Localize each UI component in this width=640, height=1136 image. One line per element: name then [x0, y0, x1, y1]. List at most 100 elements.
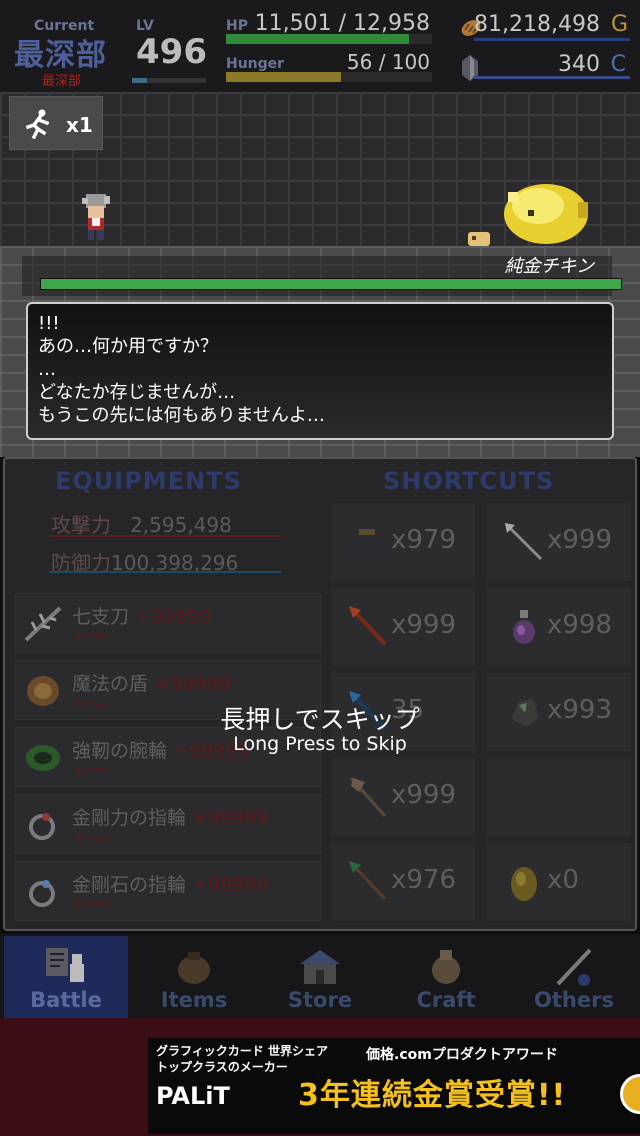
dialog-line: あの…何か用ですか？	[38, 336, 218, 357]
attack-underline	[49, 535, 281, 537]
enemy-hp-fill	[41, 279, 621, 289]
tab-craft-label: Craft	[416, 988, 476, 1012]
floor-name: 最深部	[14, 38, 107, 73]
equipment-name: 七支刀 +99999	[72, 606, 212, 628]
shortcut-count: x999	[391, 610, 457, 640]
ad-text: グラフィックカード 世界シェア	[156, 1044, 328, 1058]
spellbook-icon	[355, 525, 379, 559]
gold-value: 81,218,498	[474, 12, 600, 37]
dialog-line: どなたか存じませんが…	[38, 382, 236, 403]
equipments-title: EQUIPMENTS	[55, 467, 242, 495]
shortcut-slot-empty[interactable]	[487, 758, 631, 836]
tab-others[interactable]: Others	[512, 936, 636, 1018]
anvil-icon	[432, 950, 460, 984]
crystal-value: 340	[558, 52, 600, 77]
hp-label: HP	[226, 18, 248, 34]
attack-stat: 攻撃力 2,595,498	[51, 509, 232, 538]
dialog-line: もうこの先には何もありませんよ…	[38, 405, 325, 426]
shortcuts-title: SHORTCUTS	[383, 467, 555, 495]
exp-bar	[132, 78, 206, 83]
enemy-info: 純金チキン	[22, 256, 622, 296]
crystal-unit: C	[610, 52, 626, 77]
tab-battle-label: Battle	[30, 988, 102, 1012]
attack-value: 2,595,498	[130, 513, 232, 537]
ad-content[interactable]: グラフィックカード 世界シェア トップクラスのメーカー PALiT 価格.com…	[148, 1038, 640, 1134]
battle-icon	[46, 948, 84, 982]
ad-text: トップクラスのメーカー	[156, 1060, 288, 1074]
dropped-item	[468, 232, 490, 246]
tab-items-label: Items	[160, 988, 228, 1012]
tab-others-label: Others	[534, 988, 614, 1012]
seven-branched-sword-icon	[24, 606, 62, 642]
fire-spear-icon	[349, 606, 387, 646]
tab-store[interactable]: Store	[258, 936, 382, 1018]
advertisement-banner[interactable]: グラフィックカード 世界シェア トップクラスのメーカー PALiT 価格.com…	[0, 1018, 640, 1136]
golden-chicken-sprite	[504, 184, 588, 244]
equipment-max: ★max	[74, 630, 108, 643]
tab-items[interactable]: Items	[132, 936, 256, 1018]
store-icon	[300, 950, 340, 984]
ring-icon	[29, 813, 55, 840]
shortcut-count: x976	[391, 865, 457, 895]
speed-toggle-button[interactable]: x1	[9, 96, 103, 150]
equipment-max: ★max	[74, 764, 108, 777]
shortcut-count: x999	[547, 525, 613, 555]
arrow-icon	[505, 523, 543, 561]
equipment-row[interactable]: 金剛石の指輪 +99999 ★max	[15, 861, 321, 921]
dialog-box[interactable]: !!! あの…何か用ですか？ … どなたか存じませんが… もうこの先には何もあり…	[26, 302, 614, 440]
shortcut-count: x998	[547, 610, 613, 640]
skip-hint-english: Long Press to Skip	[233, 733, 407, 755]
equipment-name: 魔法の盾 +99999	[72, 673, 231, 695]
shortcut-count: x979	[391, 525, 457, 555]
level-value: 496	[136, 32, 207, 72]
shortcut-slot[interactable]: x999	[487, 503, 631, 581]
shortcut-slot[interactable]: x998	[487, 588, 631, 666]
equipment-row[interactable]: 金剛力の指輪 +99999 ★max	[15, 794, 321, 854]
battle-scene[interactable]: x1 純金チキン !!! あの…何か用ですか？ … どなたか存じませんが… もう…	[0, 92, 640, 457]
skip-hint: 長押しでスキップ	[220, 705, 420, 734]
bottom-tab-bar: Battle Items Store Craft Others	[0, 934, 640, 1018]
egg-icon	[511, 867, 537, 901]
hunger-label: Hunger	[226, 56, 285, 72]
shortcut-slot[interactable]: x999	[331, 588, 475, 666]
emerald-spear-icon	[349, 861, 387, 901]
tab-battle[interactable]: Battle	[4, 936, 128, 1018]
diamond-ring-icon	[29, 880, 55, 907]
status-hud: Current 最深部 最深部 LV 496 HP 11,501 / 12,95…	[0, 0, 640, 92]
potion-icon	[513, 610, 535, 644]
shortcut-slot[interactable]: x999	[331, 758, 475, 836]
gold-underline	[474, 38, 630, 41]
enemy-hp-bar	[40, 278, 622, 290]
equipment-shortcut-panel: EQUIPMENTS SHORTCUTS 攻撃力 2,595,498 防御力10…	[3, 457, 637, 931]
floor-sub: 最深部	[42, 74, 82, 89]
attack-label: 攻撃力	[51, 513, 111, 537]
hp-bar	[226, 34, 432, 44]
equipment-max: ★max	[74, 898, 108, 911]
tab-store-label: Store	[287, 988, 353, 1012]
hp-bar-fill	[226, 34, 409, 44]
shortcut-slot[interactable]: x976	[331, 843, 475, 921]
halberd-icon	[349, 776, 387, 818]
hunger-value: 56 / 100	[346, 50, 430, 74]
defense-underline	[49, 571, 281, 573]
quill-icon	[556, 948, 592, 986]
shortcut-slot[interactable]: x979	[331, 503, 475, 581]
equipment-name: 金剛力の指輪 +99999	[72, 807, 269, 829]
equipment-row[interactable]: 七支刀 +99999 ★max	[15, 593, 321, 653]
hero-sprite	[82, 194, 110, 240]
award-medal-icon	[620, 1074, 640, 1114]
shortcut-slot[interactable]: x0	[487, 843, 631, 921]
hunger-bar	[226, 72, 432, 82]
dialog-line: …	[38, 359, 56, 380]
hunger-bar-fill	[226, 72, 342, 82]
crystal-underline	[474, 76, 630, 79]
ad-brand-logo: PALiT	[156, 1082, 230, 1110]
bag-icon	[178, 952, 210, 984]
enemy-name: 純金チキン	[504, 256, 594, 277]
equipment-name: 金剛石の指輪 +99999	[72, 874, 269, 896]
speed-value: x1	[66, 113, 93, 137]
equipment-max: ★max	[74, 831, 108, 844]
tab-craft[interactable]: Craft	[384, 936, 508, 1018]
running-man-icon	[25, 109, 50, 139]
shortcut-count: x0	[547, 865, 579, 895]
